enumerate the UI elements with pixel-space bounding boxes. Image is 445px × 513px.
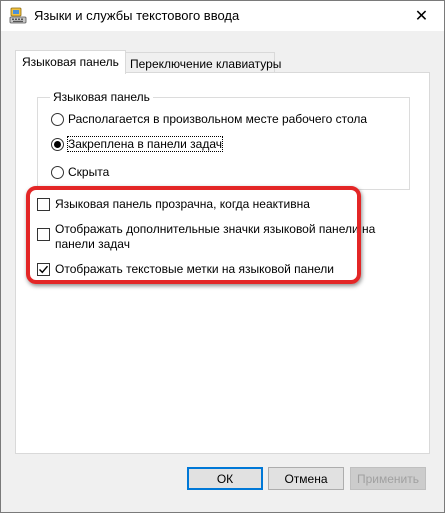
title-bar[interactable]: Языки и службы текстового ввода ✕	[1, 1, 444, 31]
tab-panel: Языковая панель Располагается в произвол…	[15, 72, 430, 454]
close-button[interactable]: ✕	[399, 1, 444, 31]
radio-floating[interactable]: Располагается в произвольном месте рабоч…	[51, 112, 367, 126]
apply-button[interactable]: Применить	[350, 467, 426, 490]
red-highlight-frame	[26, 186, 361, 284]
group-legend: Языковая панель	[50, 90, 153, 104]
radio-button-checked[interactable]	[51, 137, 64, 151]
apply-button-label: Применить	[356, 471, 419, 486]
radio-label: Располагается в произвольном месте рабоч…	[68, 112, 368, 126]
keyboard-settings-icon	[9, 7, 27, 25]
window-title: Языки и службы текстового ввода	[34, 8, 240, 23]
dialog-window: Языки и службы текстового ввода ✕ Языков…	[0, 0, 445, 513]
radio-hidden[interactable]: Скрыта	[51, 165, 109, 179]
close-icon: ✕	[414, 8, 429, 25]
radio-docked[interactable]: Закреплена в панели задач	[51, 136, 223, 152]
tab-keyboard-switch[interactable]: Переключение клавиатуры	[123, 52, 281, 74]
tab-language-bar[interactable]: Языковая панель	[15, 50, 126, 74]
radio-label: Закреплена в панели задач	[67, 136, 223, 152]
cancel-button[interactable]: Отмена	[268, 467, 344, 490]
ok-button[interactable]: ОК	[187, 467, 263, 490]
radio-button[interactable]	[51, 112, 64, 126]
tab-label: Переключение клавиатуры	[130, 57, 282, 71]
language-bar-group: Языковая панель Располагается в произвол…	[37, 90, 410, 190]
radio-label: Скрыта	[68, 165, 110, 179]
tab-label: Языковая панель	[22, 55, 119, 69]
radio-button[interactable]	[51, 165, 64, 179]
cancel-button-label: Отмена	[284, 471, 328, 486]
ok-button-label: ОК	[216, 471, 234, 486]
